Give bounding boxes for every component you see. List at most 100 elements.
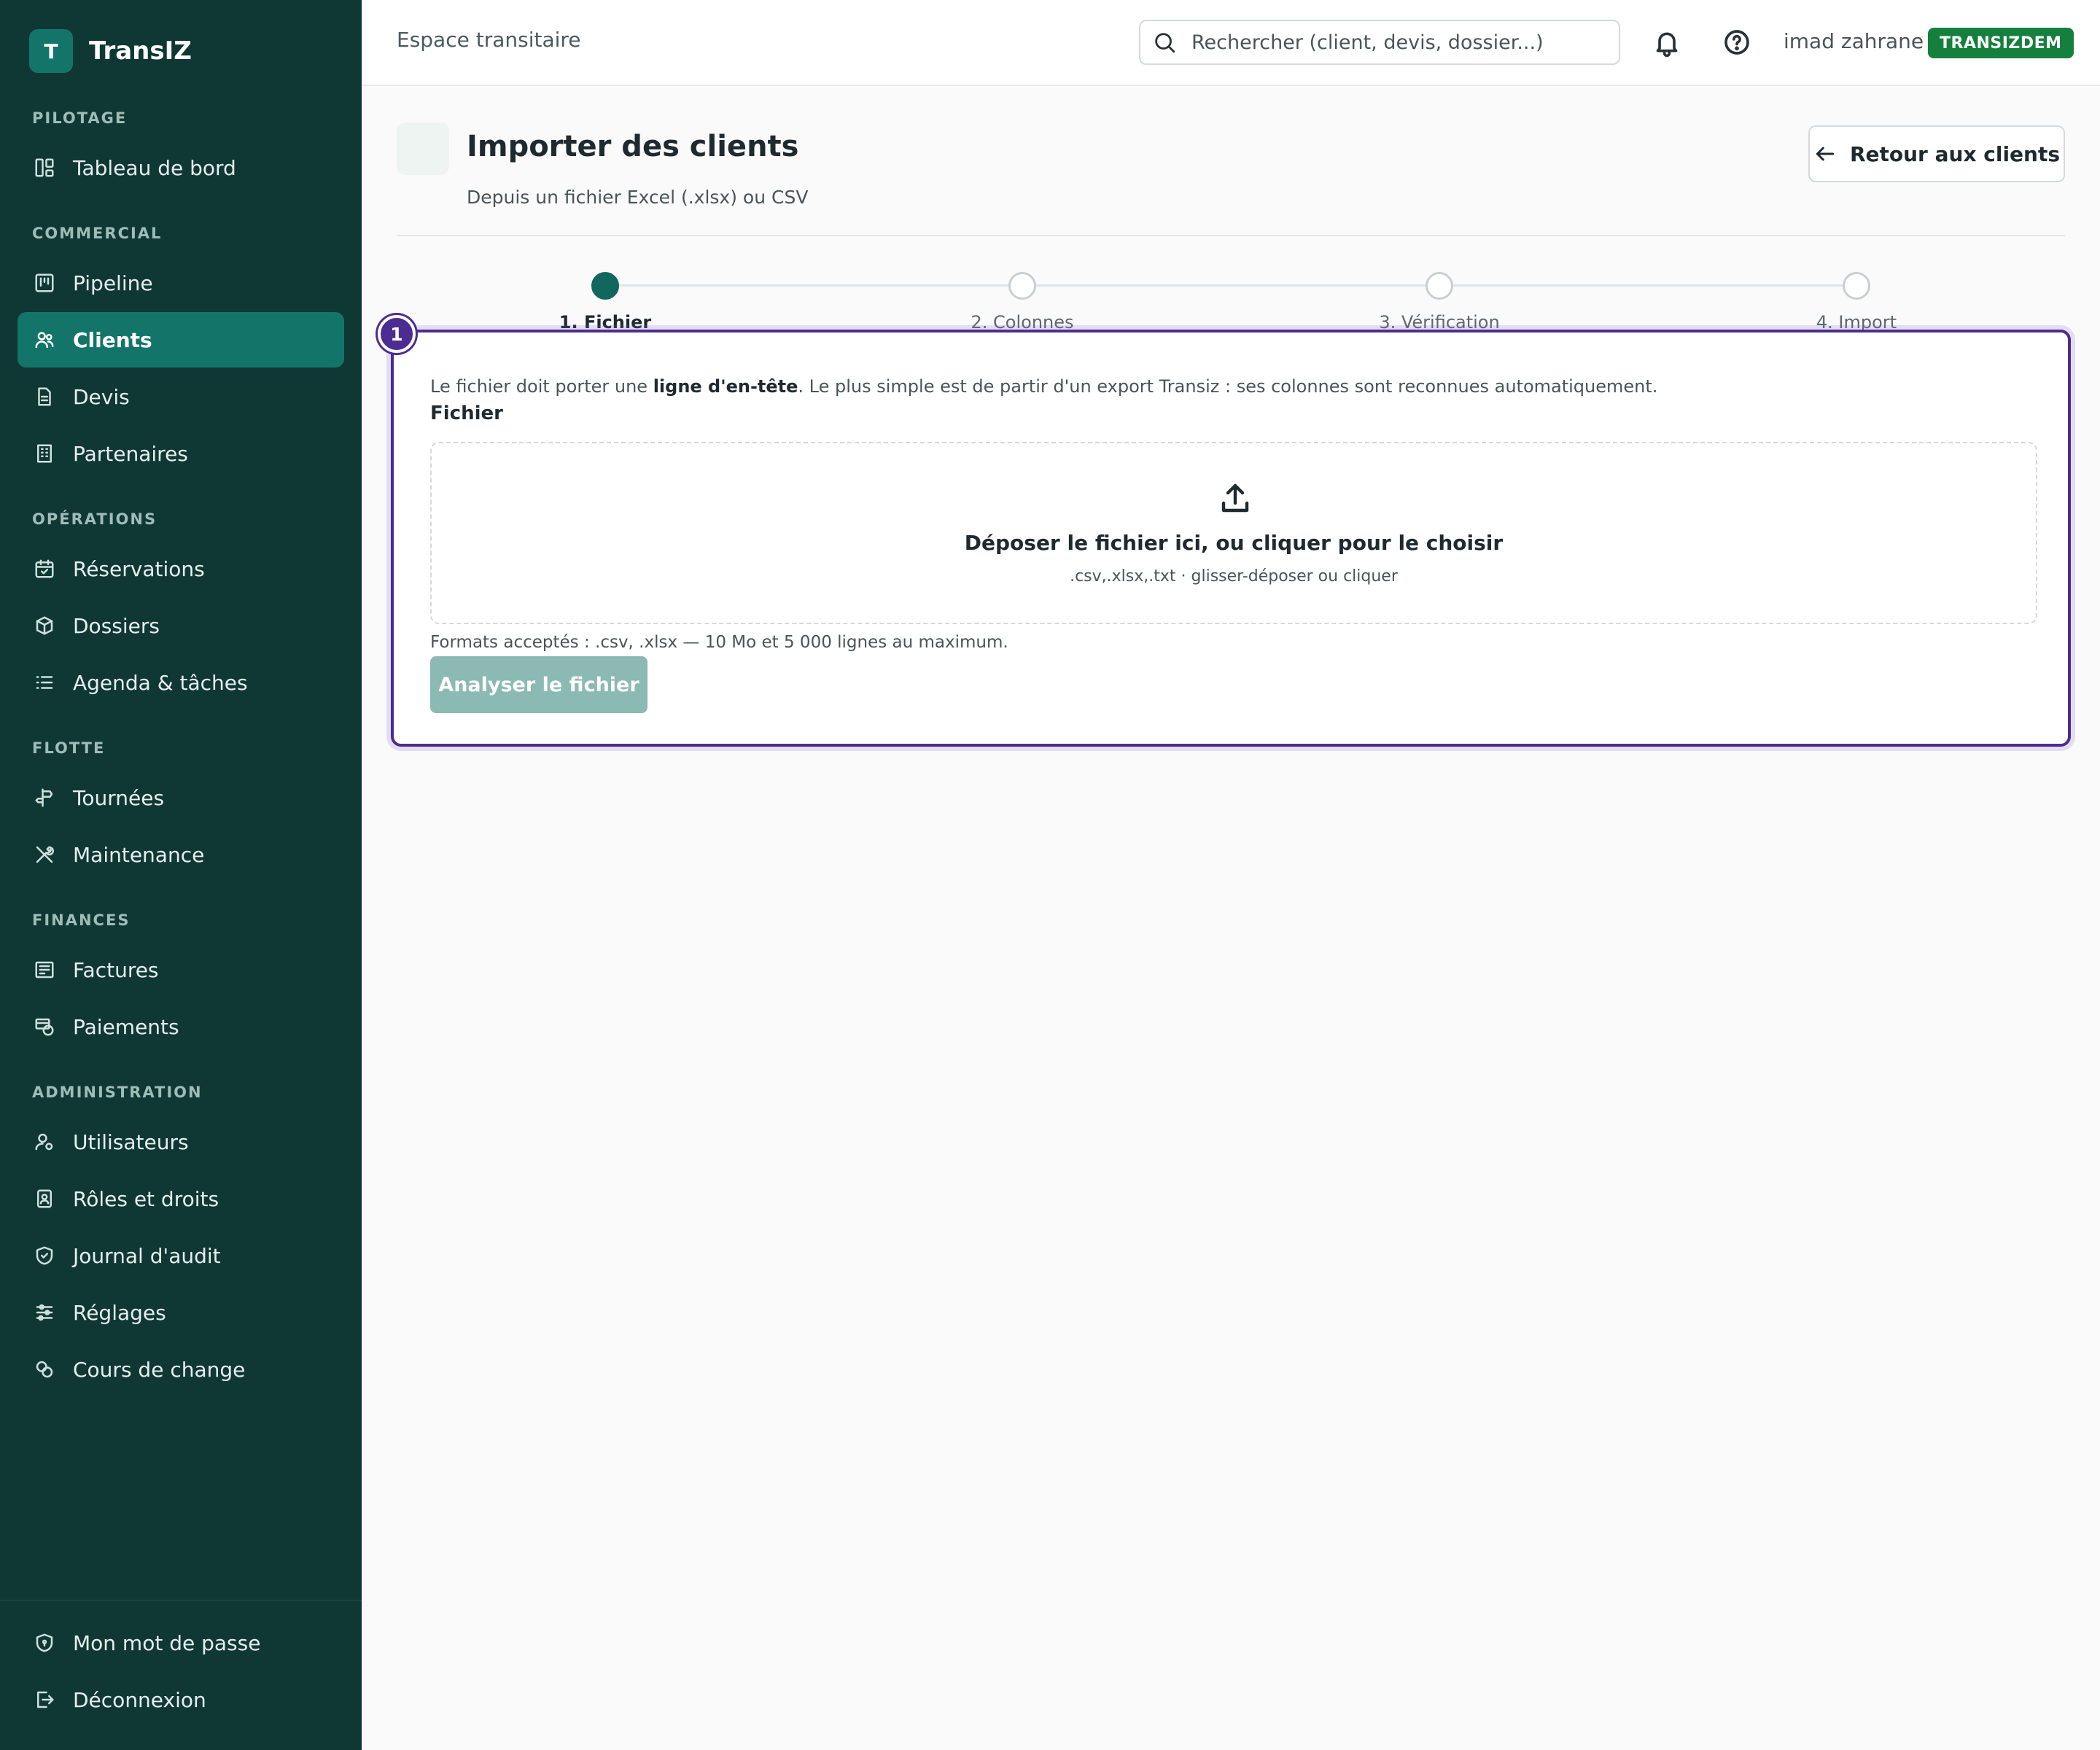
sidebar-item-label: Tournées bbox=[73, 785, 165, 810]
sidebar-item-tableau-de-bord[interactable]: Tableau de bord bbox=[18, 140, 344, 195]
sidebar-item-tournees[interactable]: Tournées bbox=[18, 770, 344, 825]
user-name[interactable]: imad zahrane bbox=[1784, 29, 1924, 53]
tools-icon bbox=[32, 842, 57, 867]
sidebar-item-label: Agenda & tâches bbox=[73, 670, 248, 695]
user-gear-icon bbox=[32, 1129, 57, 1154]
step-highlight-badge: 1 bbox=[378, 315, 416, 353]
calendar-check-icon bbox=[32, 556, 57, 581]
file-upload-card: Le fichier doit porter une ligne d'en-tê… bbox=[391, 330, 2071, 747]
step-dot-4 bbox=[1843, 272, 1870, 300]
box-icon bbox=[32, 613, 57, 638]
shield-check-icon bbox=[32, 1243, 57, 1268]
list-icon bbox=[32, 670, 57, 695]
sidebar-item-label: Maintenance bbox=[73, 842, 205, 867]
arrow-left-icon bbox=[1816, 147, 1835, 161]
sidebar-item-cours-de-change[interactable]: Cours de change bbox=[18, 1342, 344, 1397]
badge-icon bbox=[32, 1186, 57, 1211]
search-input[interactable] bbox=[1191, 31, 1600, 54]
upload-icon bbox=[1218, 481, 1253, 516]
sidebar-item-devis[interactable]: Devis bbox=[18, 369, 344, 424]
file-field-label: Fichier bbox=[430, 402, 503, 424]
sidebar-item-label: Partenaires bbox=[73, 441, 188, 466]
sidebar-item-label: Réglages bbox=[73, 1300, 166, 1325]
document-icon bbox=[32, 384, 57, 409]
logout-icon bbox=[32, 1687, 57, 1712]
building-icon bbox=[32, 441, 57, 466]
sidebar-bottom: Mon mot de passe Déconnexion bbox=[0, 1600, 362, 1729]
file-dropzone[interactable]: Déposer le fichier ici, ou cliquer pour … bbox=[430, 442, 2037, 624]
sidebar-section-title: OPÉRATIONS bbox=[32, 510, 158, 528]
sidebar-item-label: Déconnexion bbox=[73, 1687, 206, 1712]
sliders-icon bbox=[32, 1300, 57, 1325]
help-icon[interactable] bbox=[1722, 28, 1751, 57]
coins-icon bbox=[32, 1357, 57, 1382]
brand[interactable]: T TransIZ bbox=[29, 29, 192, 73]
brand-logo: T bbox=[29, 29, 73, 73]
page-title: Importer des clients bbox=[467, 130, 799, 163]
sidebar-item-factures[interactable]: Factures bbox=[18, 942, 344, 998]
analyze-file-button[interactable]: Analyser le fichier bbox=[430, 656, 648, 713]
brand-name: TransIZ bbox=[89, 36, 192, 66]
signpost-icon bbox=[32, 785, 57, 810]
dashboard-icon bbox=[32, 155, 57, 180]
sidebar-item-utilisateurs[interactable]: Utilisateurs bbox=[18, 1114, 344, 1170]
page-icon bbox=[397, 122, 449, 175]
accepted-formats: Formats acceptés : .csv, .xlsx — 10 Mo e… bbox=[430, 633, 1008, 652]
sidebar-item-deconnexion[interactable]: Déconnexion bbox=[18, 1672, 344, 1727]
sidebar: T TransIZ PILOTAGE Tableau de bord COMMERC… bbox=[0, 0, 362, 1750]
sidebar-item-label: Cours de change bbox=[73, 1357, 246, 1382]
sidebar-item-label: Dossiers bbox=[73, 613, 160, 638]
sidebar-item-agenda-taches[interactable]: Agenda & tâches bbox=[18, 655, 344, 710]
sidebar-section-title: ADMINISTRATION bbox=[32, 1084, 203, 1101]
sidebar-section-title: COMMERCIAL bbox=[32, 225, 163, 242]
kanban-icon bbox=[32, 271, 57, 295]
users-icon bbox=[32, 327, 57, 352]
sidebar-item-partenaires[interactable]: Partenaires bbox=[18, 426, 344, 481]
intro-bold: ligne d'en-tête bbox=[653, 376, 798, 397]
stepper-track bbox=[605, 284, 1856, 287]
sidebar-item-maintenance[interactable]: Maintenance bbox=[18, 827, 344, 882]
sidebar-nav: PILOTAGE Tableau de bord COMMERCIAL Pipelin… bbox=[18, 95, 344, 1399]
sidebar-section-title: FINANCES bbox=[32, 911, 131, 929]
search-box[interactable] bbox=[1139, 20, 1620, 65]
header-divider bbox=[397, 235, 2065, 236]
sidebar-section-title: PILOTAGE bbox=[32, 109, 128, 127]
card-intro: Le fichier doit porter une ligne d'en-tê… bbox=[430, 376, 1658, 397]
invoice-icon bbox=[32, 957, 57, 982]
sidebar-item-label: Réservations bbox=[73, 556, 205, 581]
dropzone-hint: .csv,.xlsx,.txt · glisser-déposer ou cli… bbox=[1070, 567, 1398, 586]
sidebar-section-title: FLOTTE bbox=[32, 739, 106, 757]
sidebar-item-label: Pipeline bbox=[73, 271, 153, 295]
sidebar-item-clients[interactable]: Clients bbox=[18, 312, 344, 368]
sidebar-item-reglages[interactable]: Réglages bbox=[18, 1285, 344, 1340]
sidebar-item-label: Mon mot de passe bbox=[73, 1630, 261, 1655]
back-to-clients-button[interactable]: Retour aux clients bbox=[1808, 125, 2065, 182]
step-dot-2 bbox=[1008, 272, 1036, 300]
sidebar-item-label: Tableau de bord bbox=[73, 155, 236, 180]
sidebar-item-pipeline[interactable]: Pipeline bbox=[18, 255, 344, 311]
payment-icon bbox=[32, 1014, 57, 1039]
page-subtitle: Depuis un fichier Excel (.xlsx) ou CSV bbox=[467, 187, 809, 208]
topbar-title: Espace transitaire bbox=[397, 28, 581, 52]
bell-icon[interactable] bbox=[1652, 28, 1681, 58]
sidebar-item-label: Journal d'audit bbox=[73, 1243, 221, 1268]
sidebar-item-label: Paiements bbox=[73, 1014, 179, 1039]
back-button-label: Retour aux clients bbox=[1849, 141, 2061, 166]
sidebar-item-label: Devis bbox=[73, 384, 130, 409]
step-dot-1 bbox=[591, 272, 619, 300]
dropzone-title: Déposer le fichier ici, ou cliquer pour … bbox=[964, 531, 1504, 555]
sidebar-item-dossiers[interactable]: Dossiers bbox=[18, 598, 344, 653]
tenant-badge: TRANSIZDEM bbox=[1928, 28, 2074, 58]
sidebar-item-label: Rôles et droits bbox=[73, 1186, 219, 1211]
sidebar-item-roles-et-droits[interactable]: Rôles et droits bbox=[18, 1171, 344, 1226]
shield-lock-icon bbox=[32, 1630, 57, 1655]
sidebar-item-reservations[interactable]: Réservations bbox=[18, 541, 344, 596]
search-icon bbox=[1155, 33, 1175, 53]
sidebar-item-label: Clients bbox=[73, 327, 152, 352]
sidebar-item-journal-d-audit[interactable]: Journal d'audit bbox=[18, 1228, 344, 1283]
sidebar-item-label: Utilisateurs bbox=[73, 1129, 189, 1154]
sidebar-item-paiements[interactable]: Paiements bbox=[18, 999, 344, 1054]
step-dot-3 bbox=[1426, 272, 1453, 300]
sidebar-item-label: Factures bbox=[73, 957, 159, 982]
sidebar-item-mon-mot-de-passe[interactable]: Mon mot de passe bbox=[18, 1615, 344, 1671]
